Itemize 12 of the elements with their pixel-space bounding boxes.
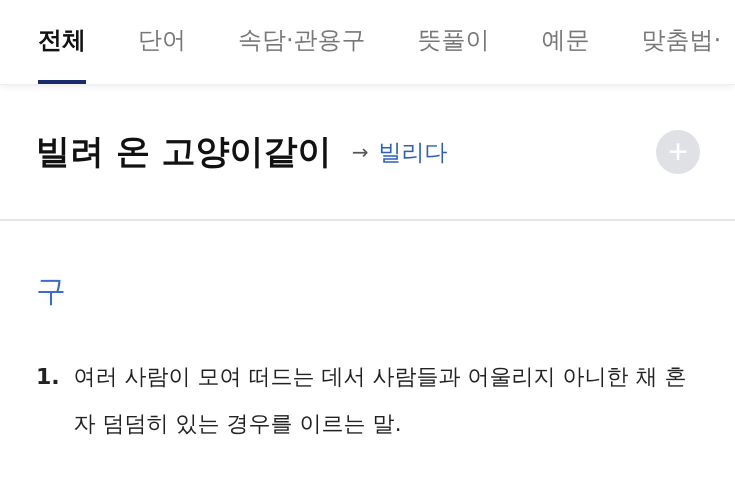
tab[interactable]: 뜻풀이 [418,0,490,84]
tab[interactable]: 예문 [542,0,590,84]
arrow-text: → [352,140,368,164]
tab[interactable]: 전체 [38,0,86,84]
tab[interactable]: 속담·관용구 [238,0,366,84]
section-label: 구 [36,273,67,311]
tab[interactable]: 단어 [138,0,186,84]
tab[interactable]: 맞춤법· [642,0,722,84]
root-word-link[interactable]: 빌리다 [378,136,448,168]
headword: 빌려 온 고양이같이 [36,131,332,174]
definition-text: 여러 사람이 모여 떠드는 데서 사람들과 어울리지 아니한 채 혼자 덤덤히 있는 경우를 이르는 말. [74,364,688,439]
definition-number: 1. [36,364,60,392]
